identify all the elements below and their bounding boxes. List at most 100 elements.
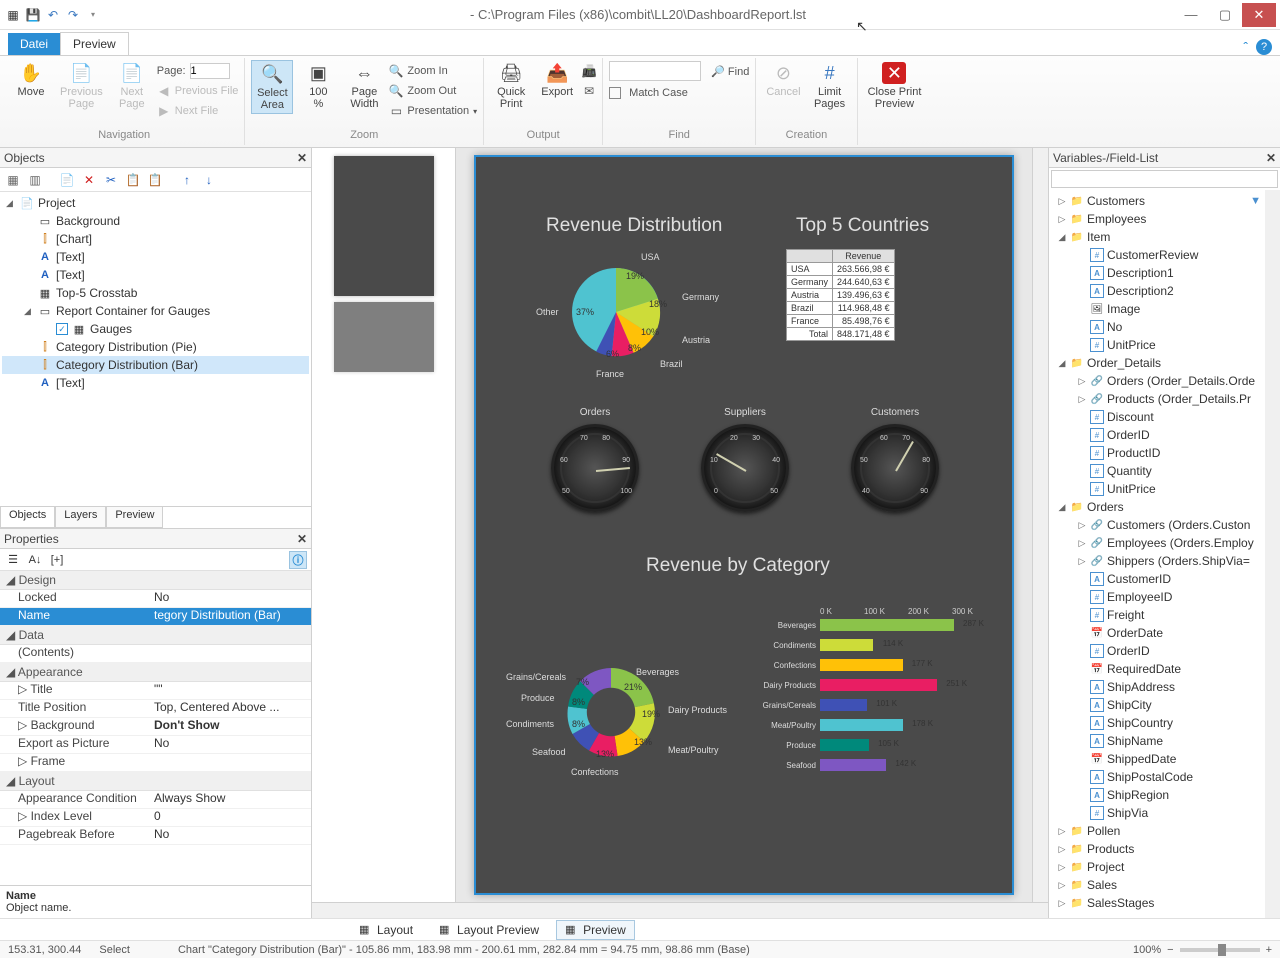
var-node[interactable]: Order_Details <box>1087 356 1161 370</box>
tab-preview[interactable]: Preview <box>106 507 163 528</box>
prop-categorized-icon[interactable]: ☰ <box>4 551 22 569</box>
prop-cat-data[interactable]: ◢ Data <box>0 626 311 645</box>
var-node[interactable]: Shippers (Orders.ShipVia= <box>1107 554 1250 568</box>
var-node[interactable]: SalesStages <box>1087 896 1154 910</box>
tab-preview-view[interactable]: ▦Preview <box>556 920 635 940</box>
find-button[interactable]: 🔎 Find <box>711 65 749 78</box>
cancel-button[interactable]: ⊘Cancel <box>762 60 804 100</box>
up-icon[interactable]: ↑ <box>178 171 196 189</box>
close-print-preview-button[interactable]: ✕Close Print Preview <box>864 60 926 112</box>
tree-root[interactable]: ◢📄Project <box>2 194 309 212</box>
tb-icon[interactable]: ▦ <box>4 171 22 189</box>
tree-item[interactable]: A[Text] <box>2 374 309 392</box>
maximize-button[interactable]: ▢ <box>1208 3 1242 27</box>
var-node[interactable]: Discount <box>1107 410 1154 424</box>
var-node[interactable]: ShipName <box>1107 734 1163 748</box>
var-node[interactable]: Customers <box>1087 194 1145 208</box>
var-node[interactable]: Project <box>1087 860 1124 874</box>
var-node[interactable]: OrderDate <box>1107 626 1163 640</box>
qat-dropdown-icon[interactable]: ▾ <box>84 6 102 24</box>
var-node[interactable]: ShipAddress <box>1107 680 1175 694</box>
tab-preview[interactable]: Preview <box>60 32 129 55</box>
page-thumb[interactable] <box>334 156 434 296</box>
vertical-scrollbar[interactable] <box>1032 148 1048 902</box>
next-file-button[interactable]: Next File <box>175 105 218 117</box>
export-button[interactable]: 📤Export <box>536 60 578 100</box>
var-node[interactable]: Employees (Orders.Employ <box>1107 536 1254 550</box>
var-node[interactable]: Freight <box>1107 608 1144 622</box>
tree-item[interactable]: A[Text] <box>2 266 309 284</box>
tree-item[interactable]: ▭Background <box>2 212 309 230</box>
move-button[interactable]: ✋Move <box>10 60 52 100</box>
var-node[interactable]: Customers (Orders.Custon <box>1107 518 1250 532</box>
tree-item[interactable]: ▦Top-5 Crosstab <box>2 284 309 302</box>
new-icon[interactable]: 📄 <box>58 171 76 189</box>
var-node[interactable]: RequiredDate <box>1107 662 1181 676</box>
var-node[interactable]: Image <box>1107 302 1140 316</box>
help-icon[interactable]: ? <box>1256 39 1272 55</box>
mail-icon[interactable]: ✉ <box>582 84 596 98</box>
select-area-button[interactable]: 🔍Select Area <box>251 60 293 114</box>
prop-row[interactable]: Pagebreak BeforeNo <box>0 827 311 845</box>
prop-row[interactable]: Appearance ConditionAlways Show <box>0 791 311 809</box>
page-input[interactable] <box>190 63 230 79</box>
var-node[interactable]: CustomerReview <box>1107 248 1198 262</box>
tab-layout-preview[interactable]: ▦Layout Preview <box>430 920 548 940</box>
var-node[interactable]: ShipCity <box>1107 698 1152 712</box>
tb-icon[interactable]: ▥ <box>26 171 44 189</box>
minimize-button[interactable]: — <box>1174 3 1208 27</box>
zoom-in-button[interactable]: 🔍Zoom In <box>389 62 477 80</box>
previous-page-button[interactable]: 📄Previous Page <box>56 60 107 112</box>
tab-layout[interactable]: ▦Layout <box>350 920 422 940</box>
objects-close-icon[interactable]: ✕ <box>297 151 307 165</box>
horizontal-scrollbar[interactable] <box>312 902 1048 918</box>
var-node[interactable]: UnitPrice <box>1107 482 1156 496</box>
prop-cat-appearance[interactable]: ◢ Appearance <box>0 663 311 682</box>
limit-pages-button[interactable]: #Limit Pages <box>809 60 851 112</box>
find-input[interactable] <box>609 61 701 81</box>
var-node[interactable]: Products <box>1087 842 1134 856</box>
var-node[interactable]: Pollen <box>1087 824 1120 838</box>
zoom-out-button[interactable]: 🔍Zoom Out <box>389 82 477 100</box>
presentation-button[interactable]: ▭Presentation ▾ <box>389 102 477 120</box>
copy-icon[interactable]: 📋 <box>124 171 142 189</box>
zoom-in-icon[interactable]: + <box>1266 944 1272 956</box>
var-node[interactable]: No <box>1107 320 1122 334</box>
var-node[interactable]: Orders (Order_Details.Orde <box>1107 374 1255 388</box>
prop-row[interactable]: ▷ Frame <box>0 754 311 772</box>
prop-row[interactable]: Title PositionTop, Centered Above ... <box>0 700 311 718</box>
save-icon[interactable]: 💾 <box>24 6 42 24</box>
prop-expand-icon[interactable]: [+] <box>48 551 66 569</box>
var-node[interactable]: ShipCountry <box>1107 716 1173 730</box>
previous-file-button[interactable]: Previous File <box>175 85 239 97</box>
var-node[interactable]: Item <box>1087 230 1110 244</box>
var-node[interactable]: Description1 <box>1107 266 1174 280</box>
down-icon[interactable]: ↓ <box>200 171 218 189</box>
delete-icon[interactable]: ✕ <box>80 171 98 189</box>
zoom-out-icon[interactable]: − <box>1167 944 1173 956</box>
var-node[interactable]: Quantity <box>1107 464 1152 478</box>
prop-row[interactable]: (Contents) <box>0 645 311 663</box>
page-thumb[interactable] <box>334 302 434 372</box>
var-node[interactable]: Products (Order_Details.Pr <box>1107 392 1251 406</box>
prop-row[interactable]: LockedNo <box>0 590 311 608</box>
var-node[interactable]: EmployeeID <box>1107 590 1172 604</box>
prop-row-selected[interactable]: Nametegory Distribution (Bar) <box>0 608 311 626</box>
next-page-button[interactable]: 📄Next Page <box>111 60 153 112</box>
tree-item-selected[interactable]: ⫿Category Distribution (Bar) <box>2 356 309 374</box>
tree-item[interactable]: ⫿Category Distribution (Pie) <box>2 338 309 356</box>
zoom-100-button[interactable]: ▣100 % <box>297 60 339 112</box>
prop-cat-design[interactable]: ◢ Design <box>0 571 311 590</box>
tree-item[interactable]: ⫿[Chart] <box>2 230 309 248</box>
var-node[interactable]: UnitPrice <box>1107 338 1156 352</box>
page-width-button[interactable]: ⇔Page Width <box>343 60 385 112</box>
prop-info-icon[interactable]: ⓘ <box>289 551 307 569</box>
redo-icon[interactable]: ↷ <box>64 6 82 24</box>
var-node[interactable]: ShipPostalCode <box>1107 770 1193 784</box>
tab-datei[interactable]: Datei <box>8 33 60 55</box>
tree-item[interactable]: ◢▭Report Container for Gauges <box>2 302 309 320</box>
var-node[interactable]: Orders <box>1087 500 1124 514</box>
var-node[interactable]: OrderID <box>1107 428 1150 442</box>
prop-row[interactable]: ▷ Index Level0 <box>0 809 311 827</box>
variables-close-icon[interactable]: ✕ <box>1266 151 1276 165</box>
